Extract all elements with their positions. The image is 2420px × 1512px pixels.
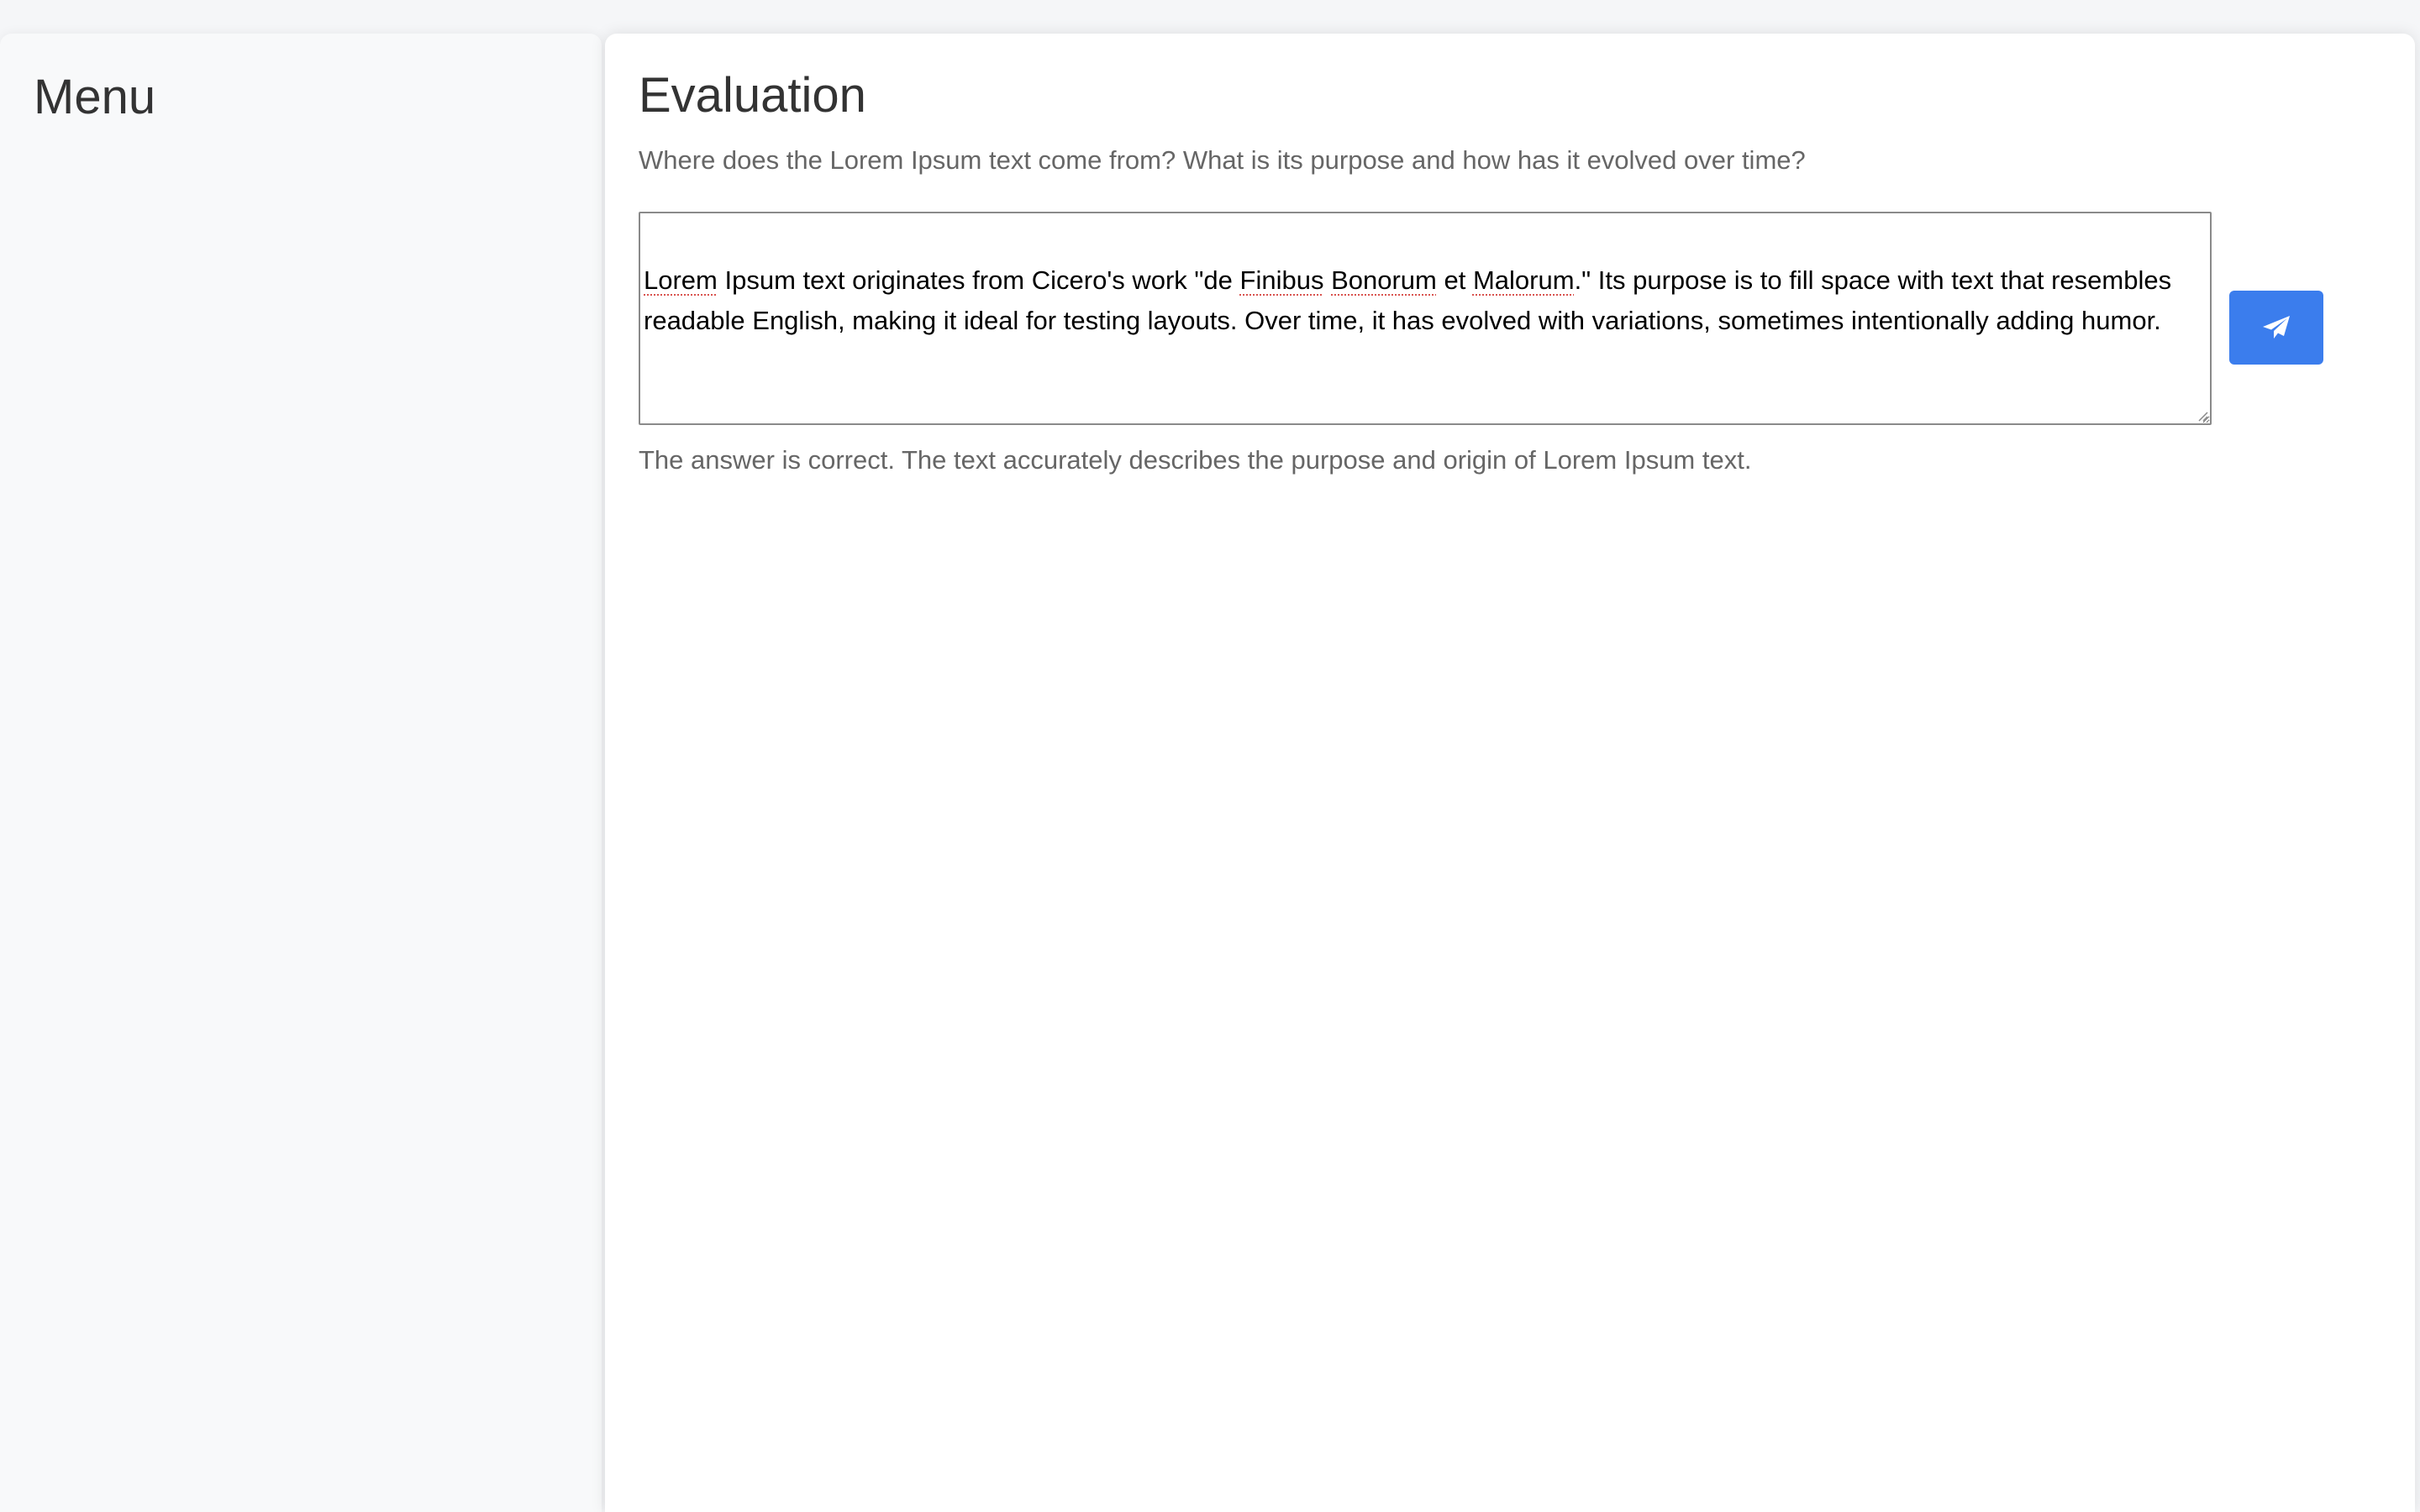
misspelled-word: Bonorum	[1331, 265, 1437, 295]
sidebar-title: Menu	[34, 70, 156, 124]
misspelled-word: Malorum	[1472, 265, 1575, 295]
send-button[interactable]	[2229, 291, 2323, 365]
answer-text[interactable]: Lorem Ipsum text originates from Cicero'…	[644, 260, 2207, 341]
paper-plane-icon	[2263, 316, 2290, 339]
answer-text-part: et	[1436, 265, 1473, 295]
misspelled-word: Finibus	[1239, 265, 1324, 295]
answer-textarea[interactable]: Lorem Ipsum text originates from Cicero'…	[639, 212, 2212, 425]
answer-text-part: Ipsum text originates from Cicero's work…	[717, 265, 1240, 295]
sidebar: Menu	[0, 34, 602, 1512]
evaluation-feedback: The answer is correct. The text accurate…	[639, 445, 1752, 475]
question-text: Where does the Lorem Ipsum text come fro…	[639, 145, 1806, 175]
resize-grip-icon[interactable]	[2196, 410, 2208, 422]
misspelled-word: Lorem	[644, 265, 718, 295]
page-title: Evaluation	[639, 68, 866, 123]
answer-text-part	[1323, 265, 1331, 295]
main-panel: Evaluation Where does the Lorem Ipsum te…	[605, 34, 2415, 1512]
